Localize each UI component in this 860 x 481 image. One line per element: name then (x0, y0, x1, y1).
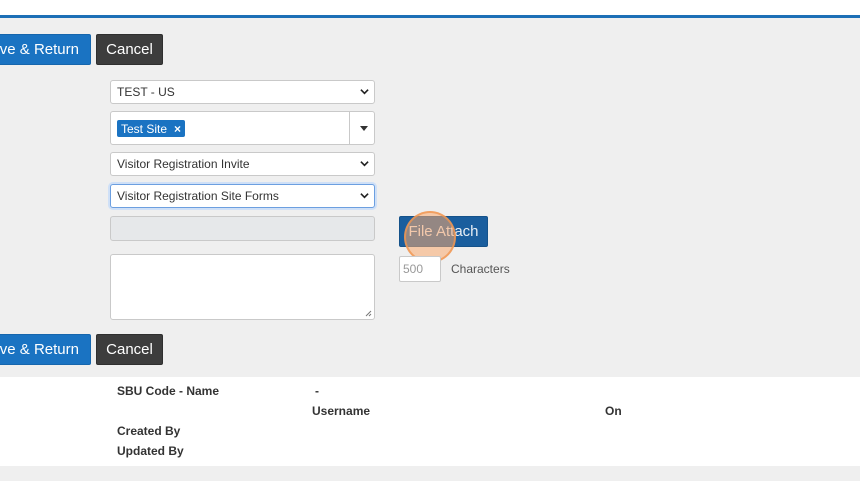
site-forms-select[interactable]: Visitor Registration Site Forms (110, 184, 375, 208)
chevron-down-icon (360, 161, 369, 167)
resize-grip-icon[interactable] (365, 310, 372, 317)
file-name-input (110, 216, 375, 241)
on-header: On (605, 404, 622, 418)
record-info-panel: SBU Code - Name - Username On Created By… (0, 377, 860, 466)
dropdown-caret-icon[interactable] (360, 126, 368, 131)
company-select[interactable]: TEST - US (110, 80, 375, 104)
cancel-button[interactable]: Cancel (96, 34, 163, 65)
sbu-label: SBU Code - Name (117, 384, 220, 398)
site-tag-label: Test Site (121, 121, 168, 136)
characters-label: Characters (451, 262, 510, 276)
save-return-button-bottom[interactable]: Save & Return (0, 334, 91, 365)
multiselect-divider (349, 112, 350, 144)
file-attach-label: File Attach (408, 223, 479, 240)
char-count-value: 500 (403, 262, 424, 276)
sbu-value: - (315, 384, 319, 398)
site-forms-value: Visitor Registration Site Forms (117, 189, 279, 203)
created-by-label: Created By (117, 424, 181, 438)
file-attach-button[interactable]: File Attach (399, 216, 488, 247)
save-return-button[interactable]: Save & Return (0, 34, 91, 65)
username-header: Username (312, 404, 371, 418)
cancel-label: Cancel (106, 41, 153, 58)
char-count-field: 500 (399, 256, 441, 282)
remove-tag-icon[interactable]: × (174, 123, 181, 135)
updated-by-label: Updated By (117, 444, 184, 458)
cancel-button-bottom[interactable]: Cancel (96, 334, 163, 365)
save-return-label: Save & Return (0, 41, 79, 58)
message-textarea[interactable] (110, 254, 375, 320)
chevron-down-icon (360, 193, 369, 199)
invite-template-value: Visitor Registration Invite (117, 157, 250, 171)
save-return-label: Save & Return (0, 341, 79, 358)
cancel-label: Cancel (106, 341, 153, 358)
top-bar (0, 0, 860, 18)
site-tag: Test Site × (117, 120, 186, 137)
invite-template-select[interactable]: Visitor Registration Invite (110, 152, 375, 176)
chevron-down-icon (360, 89, 369, 95)
company-select-value: TEST - US (117, 85, 175, 99)
site-multiselect[interactable]: Test Site × (110, 111, 375, 145)
